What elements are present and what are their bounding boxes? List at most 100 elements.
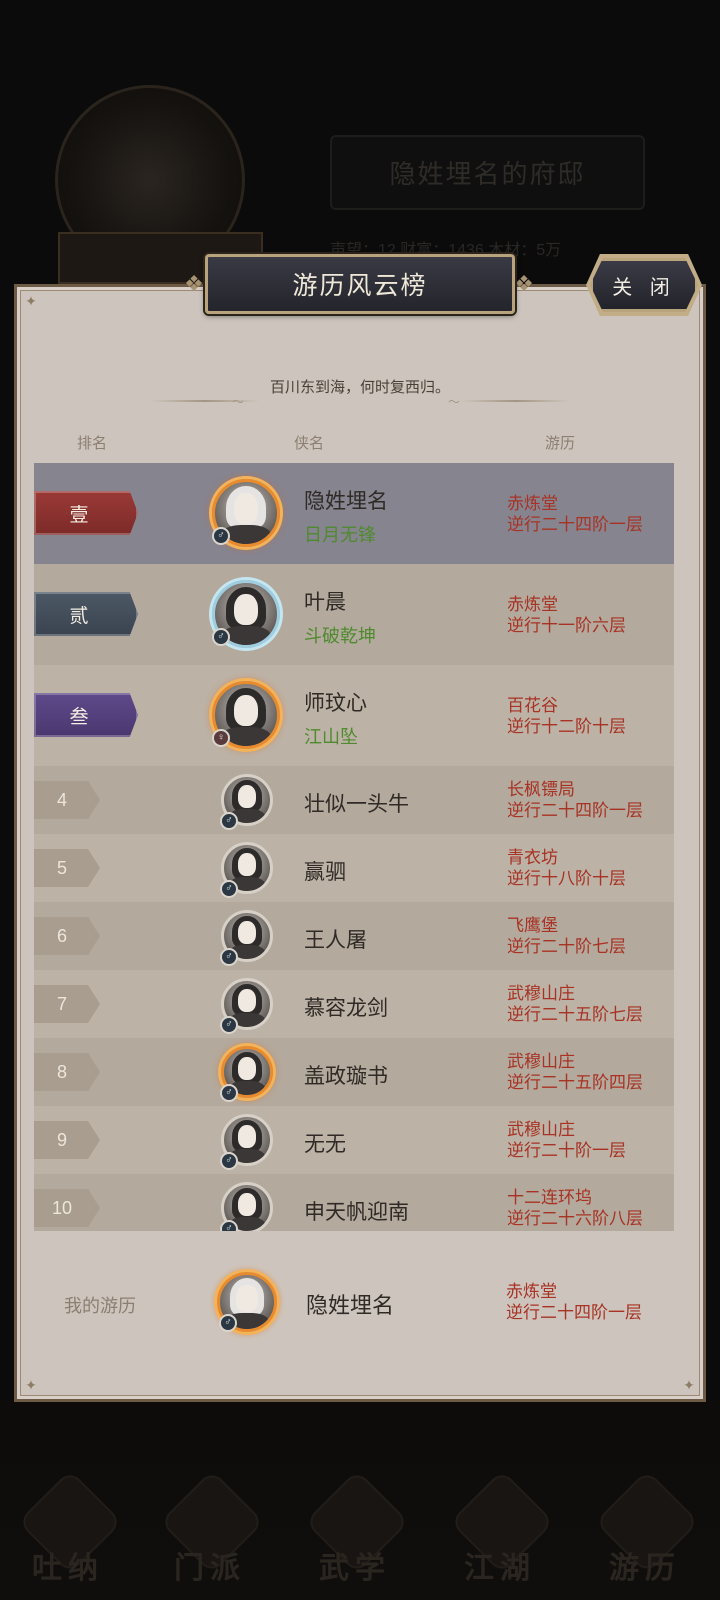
journey-info: 青衣坊 逆行十八阶十层 [507,847,626,889]
journey-progress: 逆行二十四阶一层 [507,515,643,534]
panel-title: 游历风云榜 [205,254,515,314]
journey-progress: 逆行二十六阶八层 [507,1209,643,1228]
ranking-list[interactable]: 壹 ♂ 隐姓埋名 日月无锋 赤炼堂 逆行二十四阶一层 贰 ♂ 叶晨 斗破乾坤 赤… [34,463,674,1231]
male-gender-icon: ♂ [220,812,238,830]
column-header-name: 侠名 [294,435,325,452]
male-gender-icon: ♂ [219,1314,237,1332]
rank-number: 7 [34,985,100,1023]
journey-info: 飞鹰堡 逆行二十阶七层 [507,915,626,957]
sect-name: 长枫镖局 [507,780,575,799]
journey-info: 长枫镖局 逆行二十四阶一层 [507,779,643,821]
nav-martial-arts[interactable]: 武学 [295,1485,415,1595]
sect-name: 青衣坊 [507,848,558,867]
ranking-row[interactable]: 4 ♂ 壮似一头牛 长枫镖局 逆行二十四阶一层 [34,766,674,834]
journey-progress: 逆行二十四阶一层 [507,801,643,820]
rank-badge: 叁 [34,693,138,737]
column-header-journey: 游历 [545,435,576,452]
ranking-row[interactable]: 5 ♂ 赢驷 青衣坊 逆行十八阶十层 [34,834,674,902]
ranking-row[interactable]: 叁 ♀ 师玟心 江山坠 百花谷 逆行十二阶十层 [34,665,674,766]
corner-ornament-icon: ✦ [683,1377,695,1393]
my-name: 隐姓埋名 [306,1293,395,1318]
close-button[interactable]: 关 闭 [590,258,698,312]
player-name: 申天帆迎南 [304,1201,409,1224]
rank-number: 9 [34,1121,100,1159]
male-gender-icon: ♂ [220,880,238,898]
sect-name: 飞鹰堡 [507,916,558,935]
male-gender-icon: ♂ [220,1016,238,1034]
male-gender-icon: ♂ [220,1084,238,1102]
corner-ornament-icon: ✦ [25,1377,37,1393]
ranking-row[interactable]: 贰 ♂ 叶晨 斗破乾坤 赤炼堂 逆行十一阶六层 [34,564,674,665]
ranking-row[interactable]: 8 ♂ 盖政璇书 武穆山庄 逆行二十五阶四层 [34,1038,674,1106]
journey-info: 武穆山庄 逆行二十阶一层 [507,1119,626,1161]
sect-name: 十二连环坞 [507,1188,592,1207]
ranking-row[interactable]: 壹 ♂ 隐姓埋名 日月无锋 赤炼堂 逆行二十四阶一层 [34,463,674,564]
swirl-icon: ～ [448,395,461,409]
ranking-row[interactable]: 9 ♂ 无无 武穆山庄 逆行二十阶一层 [34,1106,674,1174]
swirl-icon: ～ [232,395,245,409]
my-journey-progress: 逆行二十四阶一层 [506,1303,642,1322]
player-title: 日月无锋 [304,525,376,545]
journey-progress: 逆行二十五阶七层 [507,1005,643,1024]
player-name: 赢驷 [304,861,346,884]
journey-progress: 逆行十八阶十层 [507,869,626,888]
ranking-row[interactable]: 6 ♂ 王人屠 飞鹰堡 逆行二十阶七层 [34,902,674,970]
location-title: 隐姓埋名的府邸 [330,135,645,210]
sect-name: 赤炼堂 [507,494,558,513]
journey-info: 十二连环坞 逆行二十六阶八层 [507,1187,643,1229]
rank-number: 5 [34,849,100,887]
male-gender-icon: ♂ [220,948,238,966]
my-sect-name: 赤炼堂 [506,1282,557,1301]
player-name: 盖政璇书 [304,1065,388,1088]
corner-ornament-icon: ✦ [25,293,37,309]
player-name: 王人屠 [304,929,367,952]
player-title: 斗破乾坤 [304,626,376,646]
nav-sect[interactable]: 门派 [150,1485,270,1595]
nav-jianghu[interactable]: 江湖 [440,1485,560,1595]
journey-progress: 逆行二十阶七层 [507,937,626,956]
male-gender-icon: ♂ [212,527,230,545]
my-record-label: 我的游历 [64,1296,136,1316]
journey-info: 赤炼堂 逆行二十四阶一层 [507,493,643,535]
player-name: 壮似一头牛 [304,793,409,816]
sect-name: 武穆山庄 [507,984,575,1003]
journey-info: 武穆山庄 逆行二十五阶七层 [507,983,643,1025]
player-name: 无无 [304,1133,346,1156]
journey-info: 武穆山庄 逆行二十五阶四层 [507,1051,643,1093]
rank-number: 8 [34,1053,100,1091]
player-name: 叶晨 [304,591,346,614]
sect-name: 武穆山庄 [507,1120,575,1139]
journey-progress: 逆行二十五阶四层 [507,1073,643,1092]
journey-progress: 逆行十一阶六层 [507,616,626,635]
panel-subtitle: 百川东到海，何时复西归。 [269,379,450,396]
my-journey-info: 赤炼堂 逆行二十四阶一层 [506,1281,642,1323]
bottom-nav: 吐纳 门派 武学 江湖 游历 [0,1400,720,1600]
player-title: 江山坠 [304,727,358,747]
nav-breathing[interactable]: 吐纳 [8,1485,128,1595]
male-gender-icon: ♂ [212,628,230,646]
male-gender-icon: ♂ [220,1152,238,1170]
ranking-row[interactable]: 10 ♂ 申天帆迎南 十二连环坞 逆行二十六阶八层 [34,1174,674,1231]
sect-name: 百花谷 [507,696,558,715]
rank-number: 10 [34,1189,100,1227]
player-name: 慕容龙剑 [304,997,388,1020]
divider [460,400,570,402]
journey-info: 赤炼堂 逆行十一阶六层 [507,594,626,636]
male-gender-icon: ♂ [220,1220,238,1231]
player-name: 师玟心 [304,692,367,715]
rank-badge: 壹 [34,491,138,535]
nav-journey[interactable]: 游历 [585,1485,705,1595]
column-header-rank: 排名 [77,435,108,452]
sect-name: 赤炼堂 [507,595,558,614]
journey-progress: 逆行十二阶十层 [507,717,626,736]
journey-progress: 逆行二十阶一层 [507,1141,626,1160]
ranking-row[interactable]: 7 ♂ 慕容龙剑 武穆山庄 逆行二十五阶七层 [34,970,674,1038]
rank-badge: 贰 [34,592,138,636]
journey-info: 百花谷 逆行十二阶十层 [507,695,626,737]
rank-number: 4 [34,781,100,819]
banner-wing-left-icon: ❖ [184,271,204,296]
player-name: 隐姓埋名 [304,490,388,513]
rank-number: 6 [34,917,100,955]
sect-name: 武穆山庄 [507,1052,575,1071]
female-gender-icon: ♀ [212,729,230,747]
